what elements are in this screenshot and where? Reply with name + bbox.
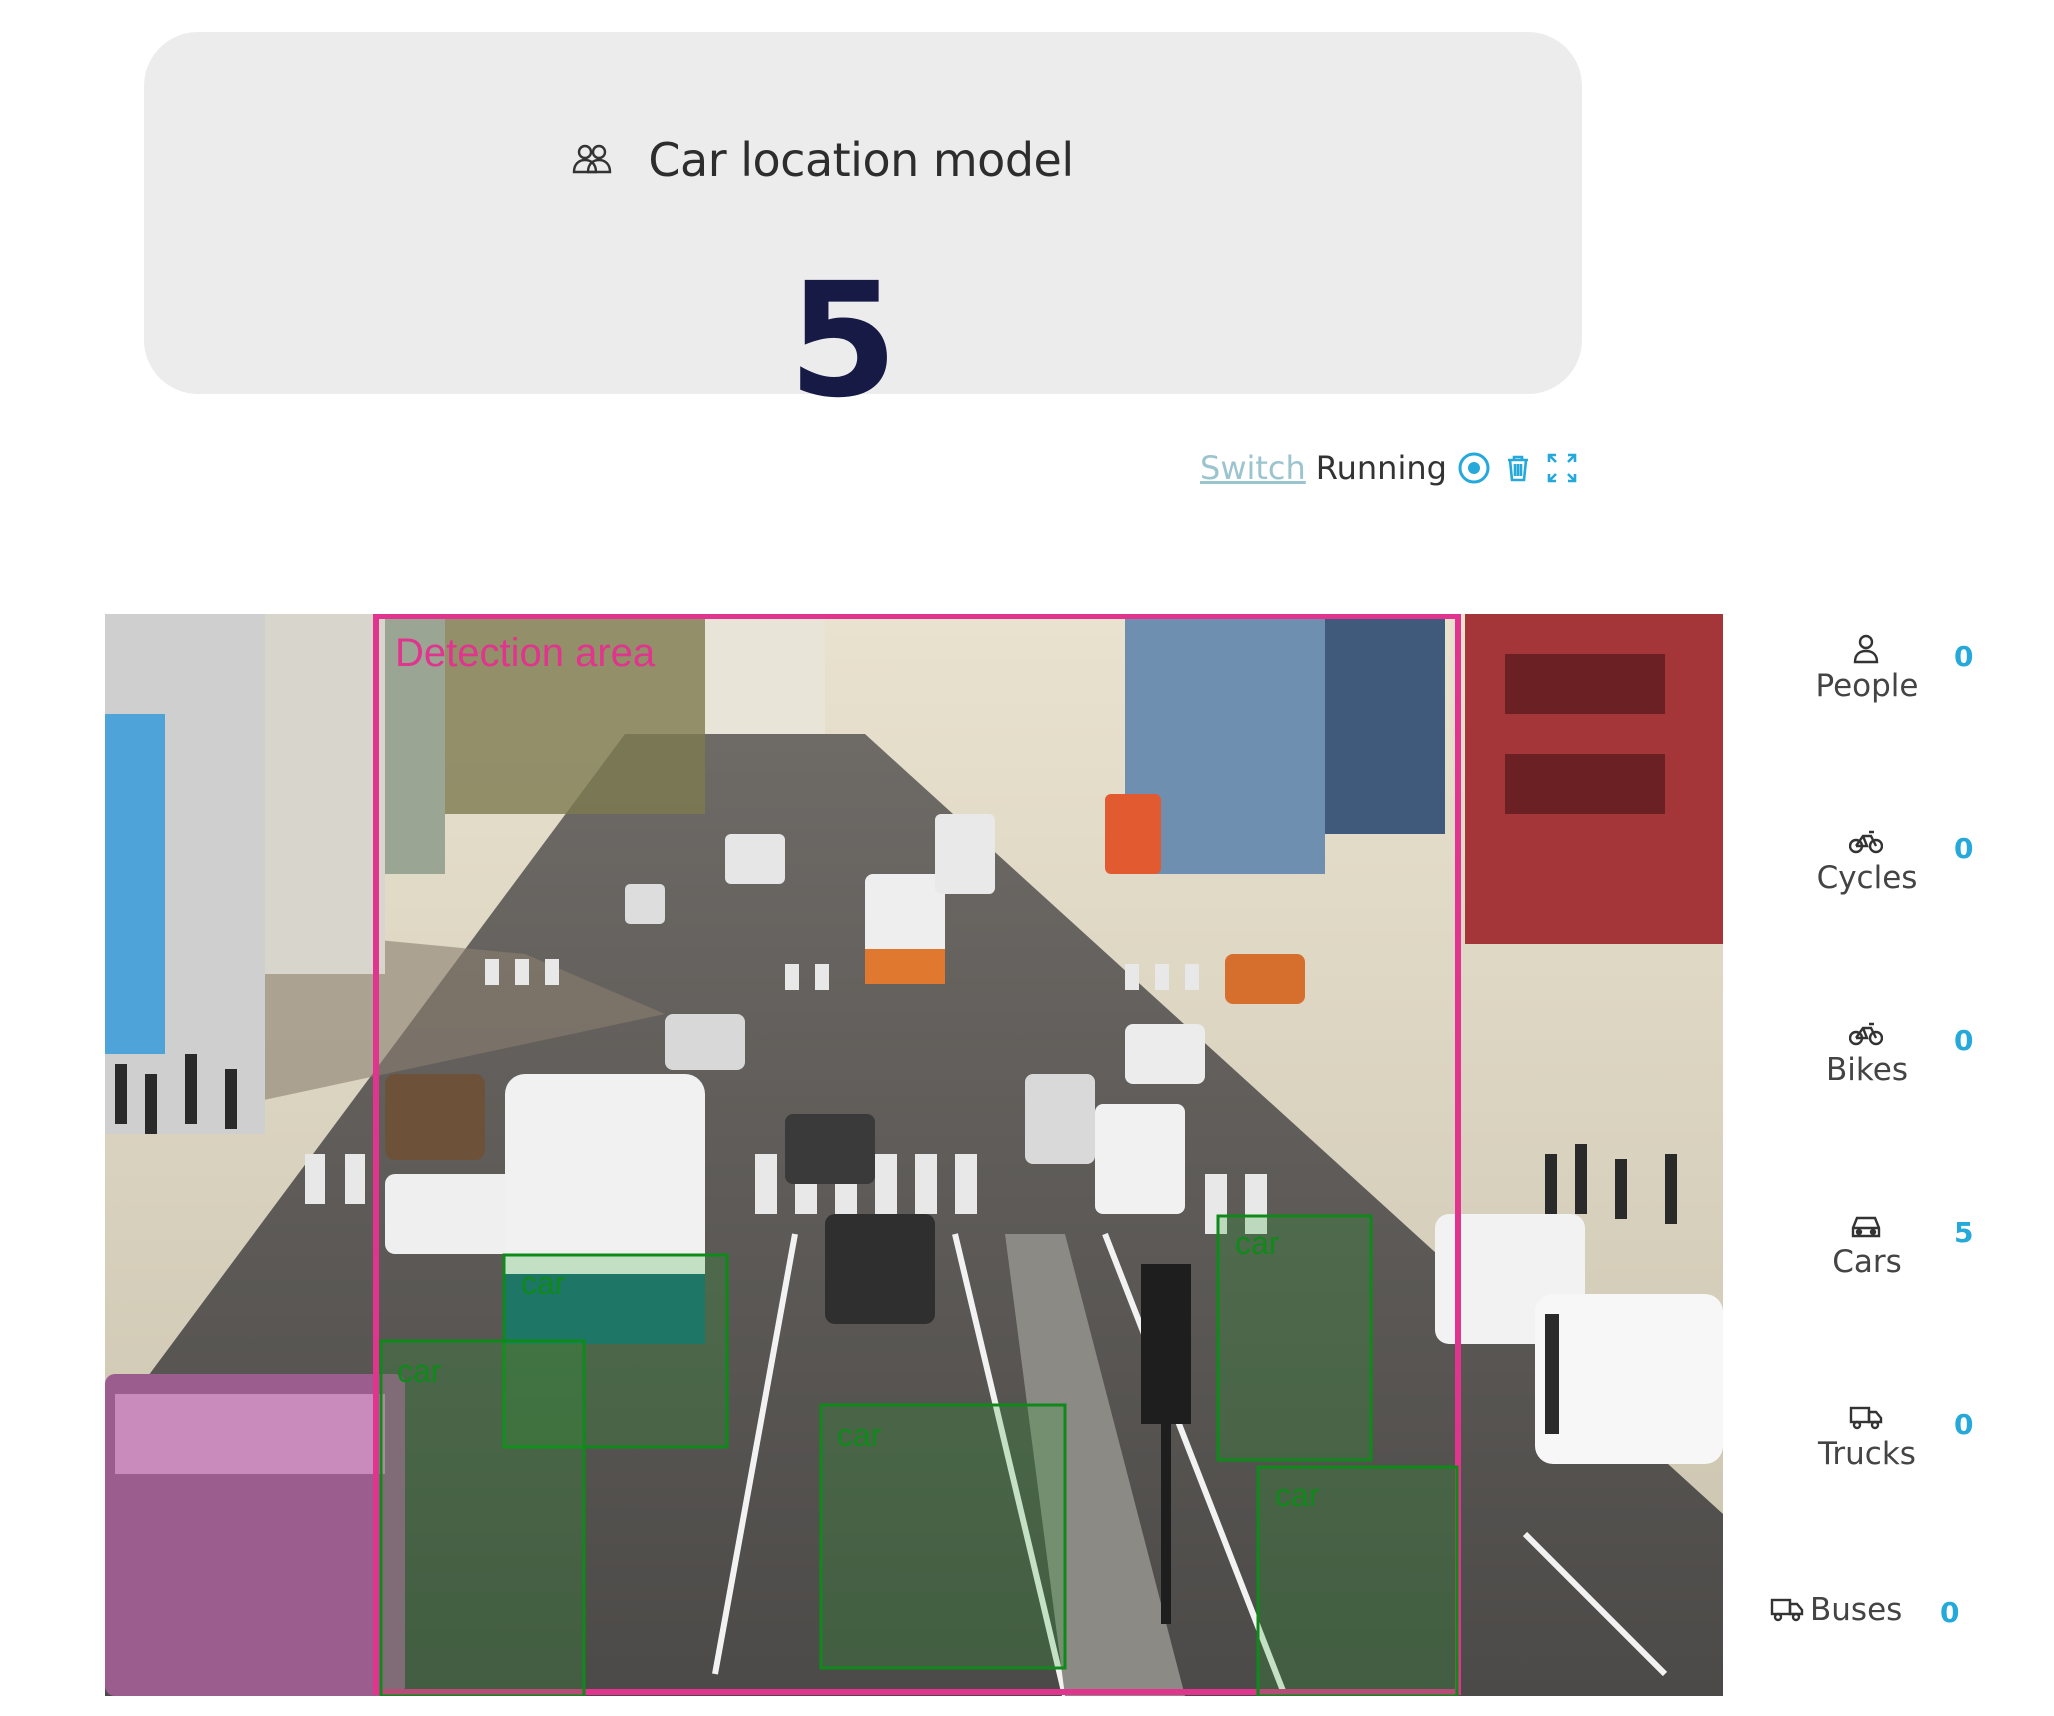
- detection-area-label: Detection area: [395, 631, 656, 675]
- stat-label: Cars: [1832, 1244, 1902, 1280]
- model-title: Car location model: [648, 133, 1074, 187]
- bicycle-icon: [1848, 1018, 1884, 1048]
- stat-label: Cycles: [1816, 860, 1918, 896]
- detection-label: car: [1275, 1477, 1320, 1513]
- status-text: Running: [1315, 449, 1447, 487]
- stat-value: 5: [1954, 1216, 1974, 1249]
- stat-value: 0: [1940, 1596, 1960, 1629]
- detection-label: car: [837, 1417, 882, 1453]
- stat-value: 0: [1954, 1024, 1974, 1057]
- record-icon[interactable]: [1457, 451, 1491, 485]
- stat-value: 0: [1954, 640, 1974, 673]
- stat-label: People: [1815, 668, 1919, 704]
- detection-label: car: [521, 1265, 566, 1301]
- detection-box-car[interactable]: [379, 1339, 586, 1696]
- stat-value: 0: [1954, 1408, 1974, 1441]
- fullscreen-icon[interactable]: [1545, 451, 1579, 485]
- stat-value: 0: [1954, 832, 1974, 865]
- detection-label: car: [397, 1353, 442, 1389]
- model-title-row: Car location model: [144, 128, 1582, 192]
- detection-label: car: [1235, 1225, 1280, 1261]
- stat-bikes: Bikes 0: [1779, 1018, 2039, 1108]
- person-icon: [1849, 634, 1883, 664]
- truck-icon: [1770, 1594, 1806, 1624]
- switch-link[interactable]: Switch: [1200, 449, 1306, 487]
- camera-feed: Detection area car car car car car: [105, 614, 1723, 1696]
- stat-buses: Buses 0: [1770, 1592, 2030, 1632]
- stat-trucks: Trucks 0: [1779, 1402, 2039, 1492]
- model-card: Car location model 5: [144, 32, 1582, 420]
- stat-people: People 0: [1779, 634, 2039, 724]
- model-controls: Switch Running: [1200, 446, 1579, 490]
- stat-label: Buses: [1810, 1592, 1903, 1628]
- trash-icon[interactable]: [1501, 451, 1535, 485]
- stat-label: Trucks: [1818, 1436, 1916, 1472]
- car-icon: [1849, 1210, 1883, 1240]
- model-count: 5: [788, 249, 898, 433]
- people-group-icon: [572, 140, 612, 180]
- stat-label: Bikes: [1826, 1052, 1908, 1088]
- stat-cycles: Cycles 0: [1779, 826, 2039, 916]
- truck-icon: [1849, 1402, 1883, 1432]
- bicycle-icon: [1848, 826, 1884, 856]
- stat-cars: Cars 5: [1779, 1210, 2039, 1300]
